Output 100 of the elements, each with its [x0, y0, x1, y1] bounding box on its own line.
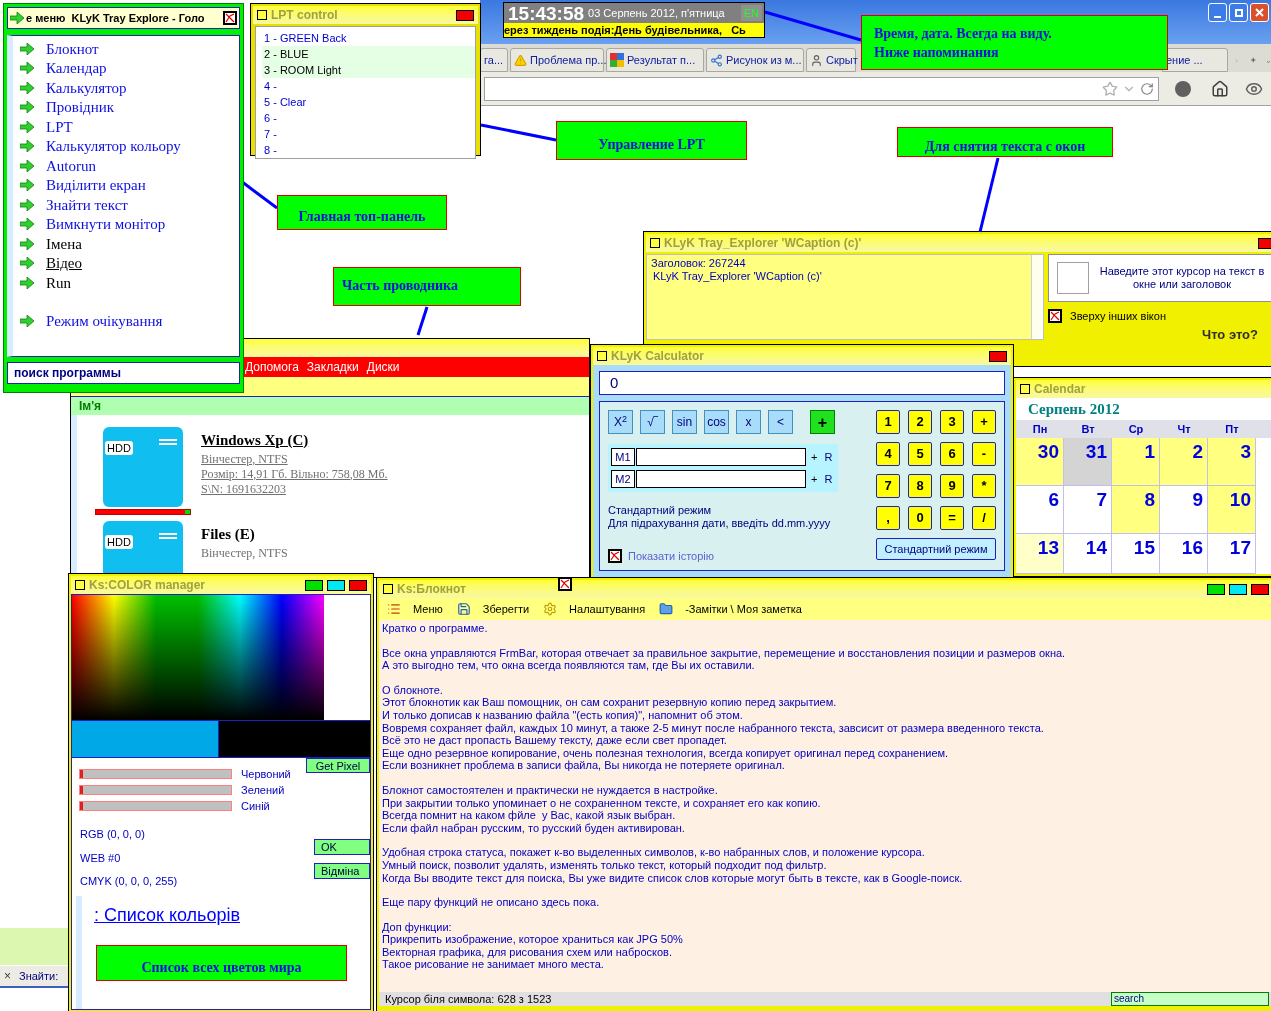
slider-thumb[interactable] [80, 786, 83, 794]
calendar-day[interactable]: 2 [1160, 438, 1208, 486]
keypad-key[interactable]: 5 [908, 442, 932, 466]
window-control[interactable] [989, 350, 1007, 362]
keypad-key[interactable]: 9 [940, 474, 964, 498]
memory-add-button[interactable]: + [811, 470, 818, 488]
checkbox[interactable] [1048, 309, 1062, 324]
calendar-day[interactable]: 13 [1016, 534, 1064, 574]
color-slider[interactable] [79, 801, 232, 811]
calendar-day[interactable]: 7 [1064, 486, 1112, 534]
lpt-channel[interactable]: 7 - [262, 126, 475, 142]
window-control[interactable] [349, 579, 367, 591]
keypad-key[interactable]: / [972, 506, 996, 530]
close-find-button[interactable]: × [4, 967, 11, 985]
browser-tab[interactable]: Проблема пр... [510, 48, 604, 72]
slider-thumb[interactable] [80, 770, 83, 778]
keypad-key[interactable]: 6 [940, 442, 964, 466]
window-control[interactable] [456, 9, 474, 21]
lpt-channel[interactable]: 1 - GREEN Back [262, 30, 475, 46]
column-header[interactable]: Ім'я [71, 397, 589, 415]
calendar-day[interactable]: 8 [1112, 486, 1160, 534]
lpt-channel[interactable]: 5 - Clear [262, 94, 475, 110]
slider-thumb[interactable] [80, 802, 83, 810]
keypad-key[interactable]: - [972, 442, 996, 466]
drive-name[interactable]: Windows Xp (C) [201, 429, 388, 452]
toolbar-button[interactable]: Меню [413, 600, 443, 618]
memory-field[interactable] [636, 470, 806, 488]
window-control[interactable] [1207, 583, 1225, 595]
lpt-channel[interactable]: 6 - [262, 110, 475, 126]
function-key[interactable]: x [736, 410, 761, 434]
keypad-key[interactable]: , [876, 506, 900, 530]
help-link[interactable]: Что это? [1202, 324, 1258, 344]
calendar-day[interactable]: 14 [1064, 534, 1112, 574]
minimize-button[interactable] [1208, 3, 1227, 22]
function-key[interactable]: √‾ [640, 410, 665, 434]
close-button[interactable] [1250, 3, 1269, 22]
keypad-key[interactable]: = [940, 506, 964, 530]
toolbar-button[interactable]: -Замітки \ Моя заметка [685, 600, 802, 618]
keypad-key[interactable]: + [972, 410, 996, 434]
color-slider[interactable] [79, 785, 232, 795]
adblock-icon[interactable] [1175, 80, 1191, 97]
checkbox[interactable] [223, 11, 237, 25]
calculator-display[interactable]: 0 [599, 371, 1005, 395]
memory-recall-button[interactable]: R [824, 470, 833, 488]
cursor-target-icon[interactable] [1057, 262, 1089, 294]
refresh-icon[interactable] [1140, 81, 1154, 96]
function-key[interactable]: + [810, 410, 835, 434]
memory-field[interactable] [636, 448, 806, 466]
calendar-day[interactable]: 6 [1016, 486, 1064, 534]
window-control[interactable] [327, 579, 345, 591]
search-field[interactable]: search [1111, 992, 1269, 1006]
memory-add-button[interactable]: + [811, 448, 818, 466]
drive-name[interactable]: Files (E) [201, 523, 288, 546]
menu-item[interactable]: Закладки [306, 358, 359, 376]
ok-button[interactable]: OK [314, 839, 370, 855]
function-key[interactable]: < [768, 410, 793, 434]
function-key[interactable]: sin [672, 410, 697, 434]
toolbar-button[interactable]: Налаштування [569, 600, 646, 618]
browser-tab[interactable]: Скрыт [806, 48, 856, 72]
keypad-key[interactable]: 3 [940, 410, 964, 434]
drive-icon[interactable]: HDD [103, 427, 183, 507]
menu-item[interactable]: Режим очікування [46, 310, 163, 333]
window-control[interactable] [1251, 583, 1269, 595]
menu-item[interactable]: Блокнот [46, 37, 99, 60]
keypad-key[interactable]: 0 [908, 506, 932, 530]
browser-tab[interactable]: Результат п... [606, 48, 704, 72]
lpt-channel[interactable]: 2 - BLUE [262, 46, 475, 62]
menu-item[interactable]: Допомога [245, 358, 299, 376]
color-list-link[interactable]: : Список кольорів [94, 904, 241, 925]
color-spectrum[interactable] [72, 595, 324, 720]
keypad-key[interactable]: * [972, 474, 996, 498]
menu-item[interactable]: Диски [366, 358, 400, 376]
browser-tab[interactable]: Рисунок из м... [706, 48, 804, 72]
keypad-key[interactable]: 2 [908, 410, 932, 434]
memory-recall-button[interactable]: R [824, 448, 833, 466]
mode-button[interactable]: Стандартний режим [876, 538, 996, 560]
calendar-day[interactable]: 1 [1112, 438, 1160, 486]
function-key[interactable]: cos [704, 410, 729, 434]
calendar-day[interactable]: 15 [1112, 534, 1160, 574]
month-title[interactable]: Серпень 2012 [1016, 398, 1271, 420]
cancel-button[interactable]: Відміна [314, 863, 370, 879]
keypad-key[interactable]: 8 [908, 474, 932, 498]
window-control[interactable] [1258, 237, 1271, 249]
function-key[interactable]: X$^{2}$ [608, 410, 633, 434]
calendar-day[interactable]: 3 [1208, 438, 1256, 486]
address-field[interactable] [484, 76, 1159, 101]
calendar-day[interactable]: 31 [1064, 438, 1112, 486]
window-control[interactable] [1229, 583, 1247, 595]
restore-button[interactable] [1229, 3, 1248, 22]
toolbar-button[interactable]: Зберегти [482, 600, 530, 618]
keypad-key[interactable]: 4 [876, 442, 900, 466]
caption-text-area[interactable]: Заголовок: 267244 KLyK Tray_Explorer 'WCaption (c)' [646, 254, 1044, 340]
get-pixel-button[interactable]: Get Pixel [306, 758, 370, 773]
calendar-day[interactable]: 17 [1208, 534, 1256, 574]
lpt-channel[interactable]: 8 - [262, 142, 475, 158]
bookmark-star-icon[interactable] [1102, 80, 1118, 97]
calendar-day[interactable]: 10 [1208, 486, 1256, 534]
browser-tab[interactable]: га... [480, 48, 508, 72]
home-icon[interactable] [1211, 79, 1229, 98]
program-search-field[interactable]: поиск программы [7, 362, 240, 384]
